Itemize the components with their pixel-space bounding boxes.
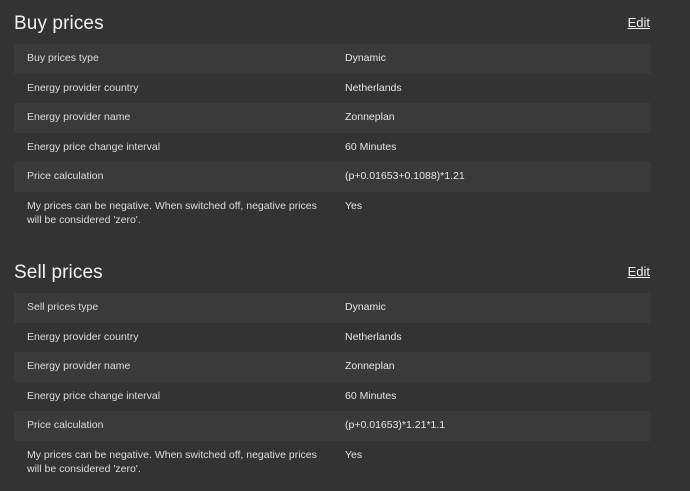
table-row: Energy price change interval 60 Minutes (14, 133, 651, 163)
buy-prices-title: Buy prices (14, 13, 104, 34)
row-label: My prices can be negative. When switched… (27, 448, 317, 476)
row-label: Energy provider country (27, 330, 139, 343)
sell-prices-table: Sell prices type Dynamic Energy provider… (14, 293, 651, 483)
row-label: Buy prices type (27, 52, 99, 64)
row-value: Yes (345, 199, 363, 212)
row-label: Price calculation (27, 419, 104, 431)
table-row: Buy prices type Dynamic (14, 44, 651, 74)
sell-prices-title: Sell prices (14, 262, 103, 283)
row-value: Dynamic (345, 52, 386, 64)
buy-prices-table: Buy prices type Dynamic Energy provider … (14, 44, 651, 234)
row-value: Dynamic (345, 301, 386, 313)
row-value: Netherlands (345, 81, 402, 94)
row-label: My prices can be negative. When switched… (27, 199, 317, 227)
row-value: 60 Minutes (345, 389, 397, 402)
table-row: Energy price change interval 60 Minutes (14, 382, 651, 412)
row-label: Energy provider country (27, 81, 139, 94)
row-value: (p+0.01653)*1.21*1.1 (345, 419, 446, 431)
row-value: Zonneplan (345, 111, 395, 123)
table-row: Energy provider name Zonneplan (14, 352, 651, 382)
row-value: Yes (345, 448, 363, 461)
row-value: 60 Minutes (345, 140, 397, 153)
row-label: Sell prices type (27, 301, 99, 313)
row-value: Zonneplan (345, 360, 395, 372)
table-row: My prices can be negative. When switched… (14, 192, 651, 234)
pricing-settings-page: Buy prices Edit Buy prices type Dynamic … (0, 0, 690, 491)
table-row: Price calculation (p+0.01653)*1.21*1.1 (14, 411, 651, 441)
table-row: My prices can be negative. When switched… (14, 441, 651, 483)
row-label: Energy provider name (27, 360, 131, 372)
table-row: Energy provider country Netherlands (14, 323, 651, 353)
row-value: (p+0.01653+0.1088)*1.21 (345, 170, 465, 182)
sell-prices-edit-link[interactable]: Edit (628, 264, 650, 279)
row-label: Energy provider name (27, 111, 131, 123)
row-value: Netherlands (345, 330, 402, 343)
table-row: Sell prices type Dynamic (14, 293, 651, 323)
buy-prices-edit-link[interactable]: Edit (628, 15, 650, 30)
table-row: Energy provider country Netherlands (14, 74, 651, 104)
table-row: Price calculation (p+0.01653+0.1088)*1.2… (14, 162, 651, 192)
row-label: Energy price change interval (27, 389, 161, 402)
row-label: Price calculation (27, 170, 104, 182)
table-row: Energy provider name Zonneplan (14, 103, 651, 133)
row-label: Energy price change interval (27, 140, 161, 153)
